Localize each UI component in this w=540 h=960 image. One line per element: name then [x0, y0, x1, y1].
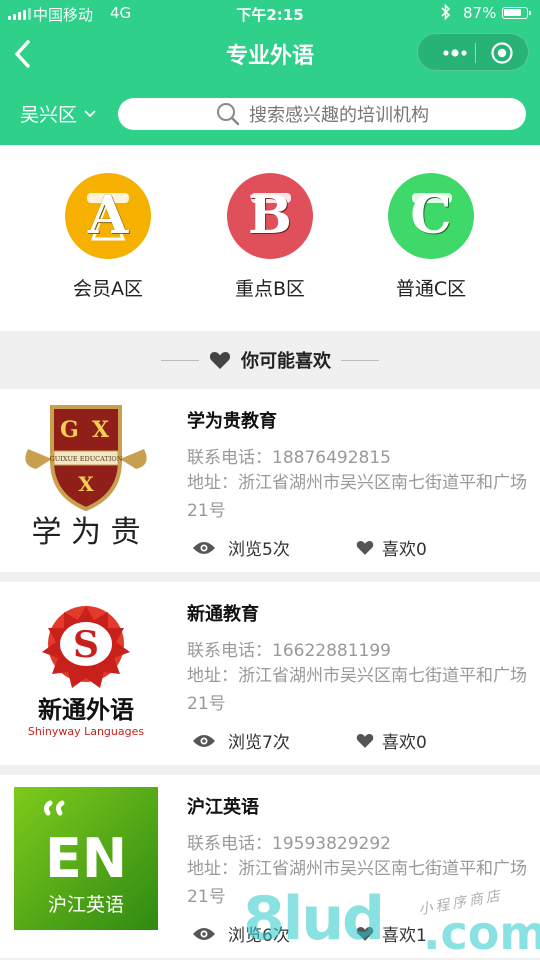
status-time: 下午2:15: [236, 6, 304, 24]
category-b-label: 重点B区: [234, 278, 306, 300]
like-count-text: 喜欢0: [382, 733, 427, 753]
institution-name: 沪江英语: [187, 797, 259, 818]
institution-card[interactable]: G X GUIXUE EDUCATION X 学 为 贵 学为贵教育 联系电话：…: [0, 389, 540, 572]
close-miniprogram-button[interactable]: [490, 41, 514, 65]
logo-cn: 沪江英语: [48, 894, 124, 916]
target-close-icon: [491, 42, 513, 64]
view-count: 浏览6次: [192, 921, 290, 946]
institution-phone: 联系电话：16622881199: [187, 641, 391, 661]
category-a-icon: A: [65, 173, 151, 259]
logo-en-mark: EN: [45, 827, 127, 890]
like-button[interactable]: 喜欢0: [356, 728, 427, 753]
logo-ribbon: GUIXUE EDUCATION: [50, 455, 123, 463]
institution-phone: 联系电话：18876492815: [187, 448, 391, 468]
district-label: 吴兴区: [20, 104, 78, 126]
recommend-header: 你可能喜欢: [0, 331, 540, 389]
category-b-letter: B: [248, 185, 292, 246]
logo-s-mark: S: [73, 624, 99, 666]
like-count-text: 喜欢0: [382, 540, 427, 560]
section-title: 你可能喜欢: [241, 351, 331, 372]
logo-letter-x: X: [92, 417, 110, 443]
category-a[interactable]: A 会员A区: [28, 173, 188, 301]
logo-cn: 新通外语: [38, 696, 134, 724]
view-count-text: 浏览6次: [228, 926, 290, 946]
search-icon: [217, 103, 240, 126]
category-c[interactable]: C 普通C区: [351, 173, 511, 301]
category-c-label: 普通C区: [395, 278, 467, 300]
search-placeholder: 搜索感兴趣的培训机构: [249, 105, 429, 126]
logo-text: 学 为 贵: [31, 515, 140, 549]
heart-icon: [356, 540, 374, 555]
divider-line: [341, 359, 379, 361]
logo-letter-bottom: X: [78, 472, 94, 496]
institution-address: 地址：浙江省湖州市吴兴区南七街道平和广场21号: [187, 473, 527, 521]
search-input[interactable]: 搜索感兴趣的培训机构: [118, 98, 526, 130]
institution-name: 新通教育: [187, 604, 259, 625]
institution-address: 地址：浙江省湖州市吴兴区南七街道平和广场21号: [187, 859, 527, 907]
view-count-text: 浏览7次: [228, 733, 290, 753]
battery-icon: [502, 7, 531, 19]
institution-name: 学为贵教育: [187, 411, 277, 432]
heart-icon: [356, 926, 374, 941]
institution-logo: G X GUIXUE EDUCATION X 学 为 贵: [14, 399, 158, 550]
institution-card[interactable]: EN 沪江英语 沪江英语 联系电话：19593829292 地址：浙江省湖州市吴…: [0, 775, 540, 958]
heart-icon: [356, 733, 374, 748]
eye-icon: [193, 734, 215, 747]
like-count-text: 喜欢1: [382, 926, 427, 946]
institution-card[interactable]: S 新通外语 Shinyway Languages 新通教育 联系电话：1662…: [0, 582, 540, 765]
more-dots-icon: [443, 49, 467, 57]
view-count: 浏览7次: [192, 728, 290, 753]
capsule-divider: [475, 43, 476, 63]
category-c-icon: C: [388, 173, 474, 259]
like-button[interactable]: 喜欢1: [356, 921, 427, 946]
battery-level: [504, 9, 521, 16]
institution-phone: 联系电话：19593829292: [187, 834, 391, 854]
category-panel: A 会员A区 B 重点B区 C 普通C区: [0, 145, 540, 331]
miniprogram-capsule: [417, 33, 529, 71]
district-selector[interactable]: 吴兴区: [20, 100, 97, 127]
like-button[interactable]: 喜欢0: [356, 535, 427, 560]
battery-percent: 87%: [463, 4, 497, 22]
logo-en: Shinyway Languages: [28, 725, 145, 737]
more-button[interactable]: [440, 43, 470, 63]
category-c-letter: C: [410, 185, 452, 246]
eye-icon: [193, 541, 215, 554]
logo-letter-g: G: [60, 417, 79, 443]
category-b-icon: B: [227, 173, 313, 259]
category-a-letter: A: [87, 185, 129, 246]
status-bar: 中国移动 4G 下午2:15 87%: [0, 0, 540, 28]
chevron-down-icon: [84, 109, 96, 117]
institution-logo: S 新通外语 Shinyway Languages: [14, 594, 158, 738]
view-count: 浏览5次: [192, 535, 290, 560]
divider-line: [161, 359, 199, 361]
eye-icon: [193, 927, 215, 940]
view-count-text: 浏览5次: [228, 540, 290, 560]
institution-logo: EN 沪江英语: [14, 787, 158, 930]
institution-address: 地址：浙江省湖州市吴兴区南七街道平和广场21号: [187, 666, 527, 714]
category-b[interactable]: B 重点B区: [190, 173, 350, 301]
heart-icon: [209, 352, 231, 369]
category-a-label: 会员A区: [73, 278, 143, 300]
bluetooth-icon: [440, 3, 452, 25]
